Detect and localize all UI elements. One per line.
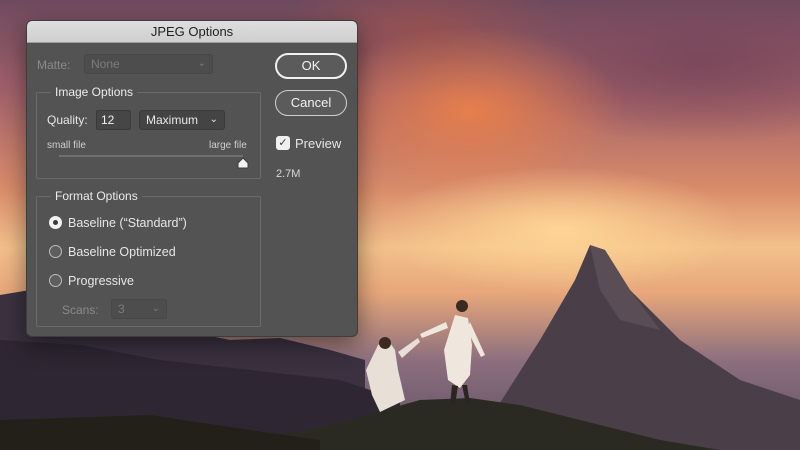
quality-preset-select[interactable]: Maximum ⌄ [139, 110, 225, 130]
radio-label-progressive: Progressive [68, 274, 134, 288]
preview-label: Preview [295, 136, 342, 151]
radio-label-baseline-optimized: Baseline Optimized [68, 245, 176, 259]
quality-slider-track[interactable] [59, 155, 243, 157]
chevron-down-icon: ⌄ [209, 114, 218, 125]
matte-select[interactable]: None ⌄ [84, 54, 213, 74]
small-file-label: small file [47, 140, 86, 151]
quality-input[interactable]: 12 [96, 110, 131, 130]
chevron-down-icon: ⌄ [197, 58, 206, 69]
preview-checkbox[interactable]: ✓ [276, 136, 290, 150]
format-options-group: Format Options Baseline (“Standard”) Bas… [36, 189, 261, 327]
scans-value: 3 [118, 302, 125, 316]
large-file-label: large file [209, 140, 247, 151]
scans-label: Scans: [62, 303, 99, 317]
quality-preset-value: Maximum [146, 113, 199, 127]
quality-slider-thumb[interactable] [237, 157, 249, 169]
jpeg-options-dialog: JPEG Options Matte: None ⌄ Image Options… [26, 20, 358, 337]
checkmark-icon: ✓ [278, 137, 288, 149]
radio-progressive[interactable] [49, 274, 62, 287]
dialog-title: JPEG Options [27, 21, 357, 43]
format-options-title: Format Options [51, 189, 142, 203]
image-options-group: Image Options Quality: 12 Maximum ⌄ smal… [36, 85, 261, 179]
matte-label: Matte: [37, 58, 71, 72]
ok-button[interactable]: OK [275, 53, 347, 79]
matte-value: None [91, 57, 120, 71]
quality-label: Quality: [47, 113, 88, 127]
file-size-readout: 2.7M [276, 168, 301, 180]
radio-baseline-optimized[interactable] [49, 245, 62, 258]
radio-baseline-standard[interactable] [49, 216, 62, 229]
radio-label-baseline-standard: Baseline (“Standard”) [68, 216, 187, 230]
scans-select[interactable]: 3 ⌄ [111, 299, 167, 319]
chevron-down-icon: ⌄ [151, 303, 160, 314]
cancel-button[interactable]: Cancel [275, 90, 347, 116]
image-options-title: Image Options [51, 85, 138, 99]
